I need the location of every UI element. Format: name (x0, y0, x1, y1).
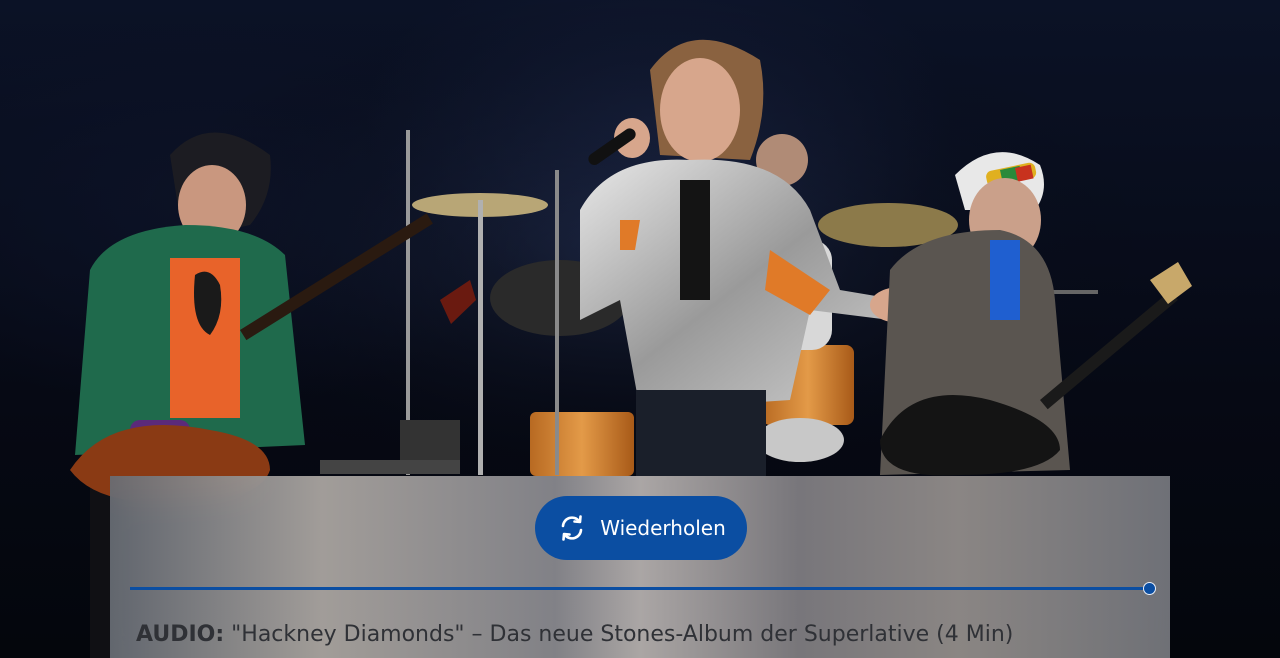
concert-photo: Wiederholen AUDIO: "Hackney Diamonds" – … (0, 0, 1280, 658)
caption-title: "Hackney Diamonds" – Das neue Stones-Alb… (224, 622, 1014, 647)
audio-player: Wiederholen AUDIO: "Hackney Diamonds" – … (110, 476, 1170, 658)
replay-icon (561, 515, 583, 541)
progress-fill (130, 587, 1150, 590)
progress-bar[interactable] (130, 582, 1156, 595)
audio-caption: AUDIO: "Hackney Diamonds" – Das neue Sto… (136, 622, 1013, 647)
progress-handle[interactable] (1143, 582, 1156, 595)
caption-prefix: AUDIO: (136, 622, 225, 647)
replay-label: Wiederholen (600, 516, 726, 540)
replay-button[interactable]: Wiederholen (535, 496, 747, 560)
